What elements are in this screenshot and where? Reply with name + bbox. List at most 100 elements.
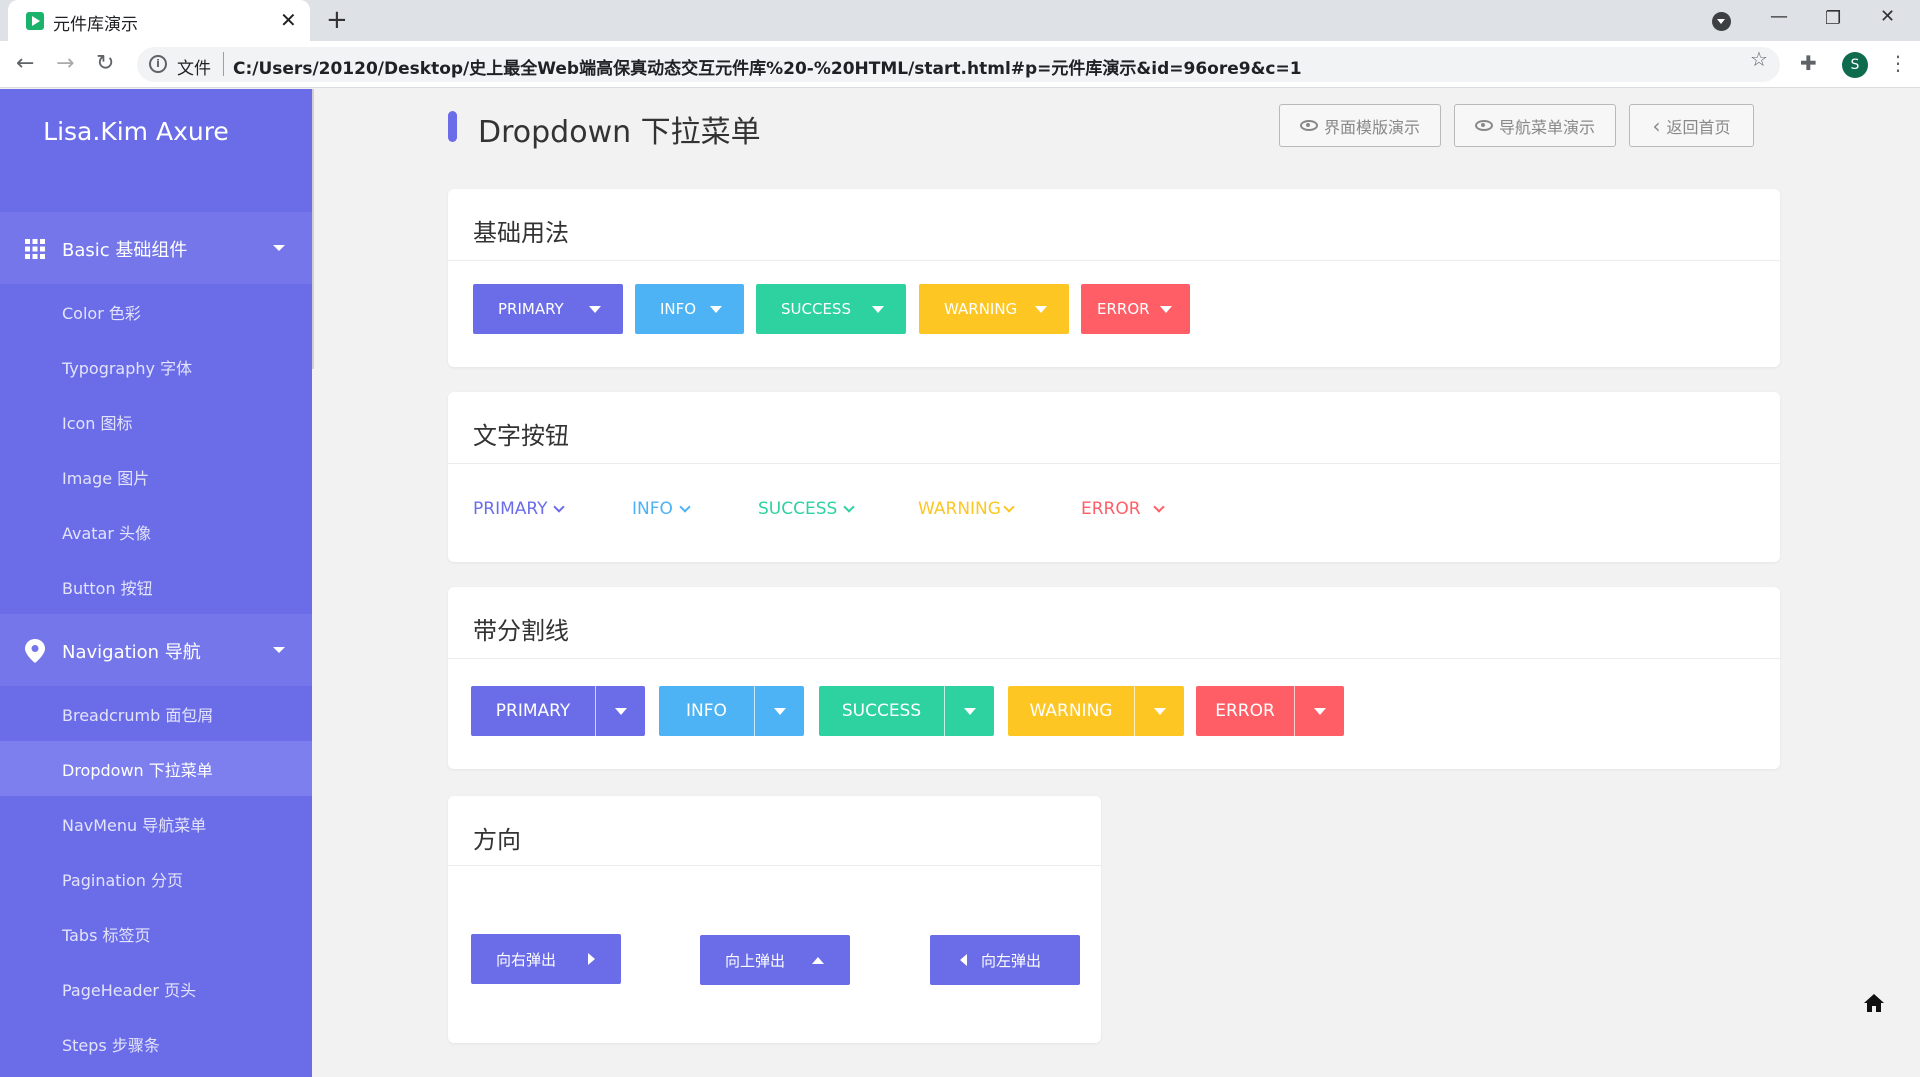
button-label: INFO: [686, 701, 727, 721]
sidebar-item-steps[interactable]: Steps 步骤条: [0, 1016, 312, 1071]
browser-tab[interactable]: 元件库演示 ✕: [8, 0, 310, 41]
sidebar-item-label: Image 图片: [62, 469, 150, 488]
reload-icon[interactable]: ↻: [96, 51, 114, 76]
home-icon[interactable]: [1864, 994, 1884, 1012]
warning-dropdown-button[interactable]: WARNING: [919, 284, 1069, 334]
caret-right-icon: [588, 953, 595, 965]
sidebar-item-pageheader[interactable]: PageHeader 页头: [0, 961, 312, 1016]
button-label: 界面模版演示: [1323, 117, 1420, 137]
forward-arrow-icon[interactable]: →: [56, 51, 74, 76]
back-arrow-icon[interactable]: ←: [16, 51, 34, 76]
error-split-main[interactable]: ERROR: [1196, 686, 1294, 736]
profile-avatar[interactable]: S: [1842, 52, 1868, 78]
sidebar-item-label: Avatar 头像: [62, 524, 152, 543]
warning-split-button: WARNING: [1008, 686, 1184, 736]
sidebar-item-label: Pagination 分页: [62, 871, 184, 890]
button-label: SUCCESS: [781, 300, 851, 318]
success-text-dropdown[interactable]: SUCCESS: [758, 499, 855, 519]
error-dropdown-button[interactable]: ERROR: [1081, 284, 1190, 334]
navmenu-demo-button[interactable]: 导航菜单演示: [1454, 104, 1616, 147]
success-dropdown-button[interactable]: SUCCESS: [756, 284, 906, 334]
warning-text-dropdown[interactable]: WARNING: [918, 499, 1015, 519]
button-label: PRIMARY: [498, 300, 564, 318]
sidebar-group-navigation[interactable]: Navigation 导航: [0, 614, 312, 686]
primary-split-main[interactable]: PRIMARY: [471, 686, 595, 736]
warning-split-main[interactable]: WARNING: [1008, 686, 1134, 736]
sidebar-item-avatar[interactable]: Avatar 头像: [0, 504, 312, 559]
sidebar-group-label: Basic 基础组件: [62, 240, 188, 261]
restore-icon[interactable]: ❐: [1825, 8, 1841, 29]
caret-down-icon: [273, 647, 285, 653]
sidebar-item-pagination[interactable]: Pagination 分页: [0, 851, 312, 906]
sidebar-item-navmenu[interactable]: NavMenu 导航菜单: [0, 796, 312, 851]
card-title: 基础用法: [473, 219, 569, 247]
sidebar-item-button[interactable]: Button 按钮: [0, 559, 312, 614]
caret-down-icon: [1153, 707, 1166, 715]
primary-text-dropdown[interactable]: PRIMARY: [473, 499, 566, 519]
sidebar-item-image[interactable]: Image 图片: [0, 449, 312, 504]
page-title: Dropdown 下拉菜单: [478, 115, 761, 150]
sidebar-scrollbar[interactable]: [312, 89, 314, 369]
sidebar-group-basic[interactable]: Basic 基础组件: [0, 212, 312, 284]
caret-down-icon: [773, 707, 786, 715]
chevron-down-icon: [1152, 501, 1165, 513]
popup-right-button[interactable]: 向右弹出: [471, 934, 621, 984]
sidebar-item-label: Tabs 标签页: [62, 926, 151, 945]
close-window-icon[interactable]: ✕: [1880, 6, 1895, 27]
tab-search-icon[interactable]: [1712, 12, 1731, 31]
card-divider: [448, 865, 1101, 866]
sidebar-group-label: Navigation 导航: [62, 642, 201, 663]
extensions-icon[interactable]: ✚: [1800, 51, 1817, 75]
info-icon[interactable]: i: [149, 55, 167, 73]
error-split-toggle[interactable]: [1294, 686, 1344, 736]
sidebar-item-color[interactable]: Color 色彩: [0, 284, 312, 339]
warning-split-toggle[interactable]: [1134, 686, 1184, 736]
button-label: INFO: [632, 499, 673, 519]
primary-split-toggle[interactable]: [595, 686, 645, 736]
popup-left-button[interactable]: 向左弹出: [930, 935, 1080, 985]
popup-up-button[interactable]: 向上弹出: [700, 935, 850, 985]
info-split-main[interactable]: INFO: [659, 686, 754, 736]
back-home-button[interactable]: ‹ 返回首页: [1629, 104, 1754, 147]
bookmark-star-icon[interactable]: ☆: [1750, 47, 1768, 71]
omnibox[interactable]: i 文件 C:/Users/20120/Desktop/史上最全Web端高保真动…: [137, 47, 1780, 82]
more-menu-icon[interactable]: ⋮: [1888, 51, 1908, 75]
sidebar-item-typography[interactable]: Typography 字体: [0, 339, 312, 394]
sidebar-item-label: Breadcrumb 面包屑: [62, 706, 214, 725]
minimize-icon[interactable]: —: [1770, 6, 1788, 27]
success-split-main[interactable]: SUCCESS: [819, 686, 944, 736]
card-divider: [448, 658, 1780, 659]
sidebar-item-icon[interactable]: Icon 图标: [0, 394, 312, 449]
button-label: ERROR: [1081, 499, 1141, 519]
caret-left-icon: [960, 954, 967, 966]
caret-down-icon: [1160, 305, 1172, 313]
sidebar-item-dropdown[interactable]: Dropdown 下拉菜单: [0, 741, 312, 796]
tab-title: 元件库演示: [53, 15, 138, 35]
button-label: SUCCESS: [758, 499, 838, 519]
button-label: 导航菜单演示: [1498, 117, 1595, 137]
sidebar-item-breadcrumb[interactable]: Breadcrumb 面包屑: [0, 686, 312, 741]
template-demo-button[interactable]: 界面模版演示: [1279, 104, 1441, 147]
info-dropdown-button[interactable]: INFO: [635, 284, 744, 334]
caret-down-icon: [963, 707, 976, 715]
success-split-toggle[interactable]: [944, 686, 994, 736]
grid-icon: [25, 239, 45, 259]
new-tab-button[interactable]: +: [326, 5, 348, 35]
address-toolbar: ← → ↻ i 文件 C:/Users/20120/Desktop/史上最全We…: [0, 41, 1920, 88]
chevron-left-icon: ‹: [1652, 113, 1661, 138]
primary-dropdown-button[interactable]: PRIMARY: [473, 284, 623, 334]
sidebar-item-tabs[interactable]: Tabs 标签页: [0, 906, 312, 961]
sidebar-item-label: Icon 图标: [62, 414, 133, 433]
info-split-toggle[interactable]: [754, 686, 804, 736]
close-tab-icon[interactable]: ✕: [280, 8, 297, 32]
sidebar: Lisa.Kim Axure Basic 基础组件 Color 色彩 Typog…: [0, 89, 312, 1077]
info-split-button: INFO: [659, 686, 804, 736]
sidebar-item-label: Steps 步骤条: [62, 1036, 160, 1055]
info-text-dropdown[interactable]: INFO: [632, 499, 691, 519]
url-separator: [223, 52, 224, 76]
play-icon: [26, 12, 44, 30]
url-text[interactable]: C:/Users/20120/Desktop/史上最全Web端高保真动态交互元件…: [233, 54, 1302, 79]
caret-down-icon: [710, 305, 722, 313]
file-label: 文件: [177, 59, 211, 79]
error-text-dropdown[interactable]: ERROR: [1081, 499, 1165, 519]
